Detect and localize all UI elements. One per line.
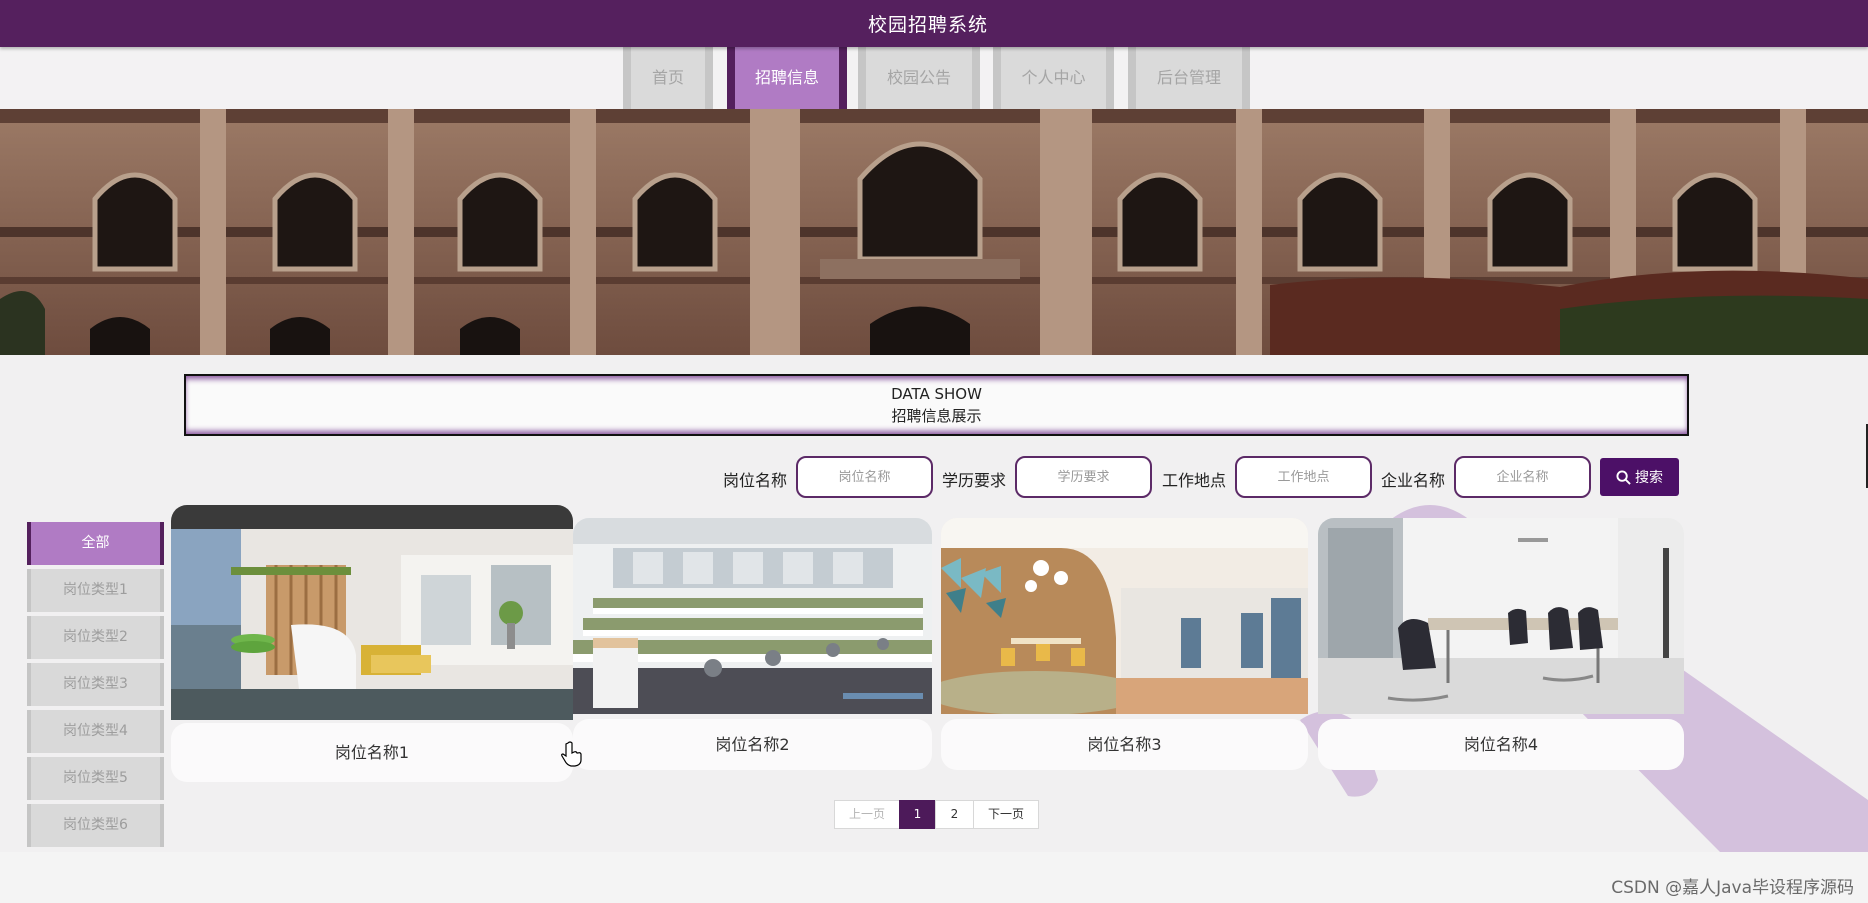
- search-button-label: 搜索: [1635, 470, 1663, 486]
- job-card-3[interactable]: 岗位名称3: [941, 518, 1308, 770]
- meeting-room-photo: [1318, 518, 1684, 714]
- location-label: 工作地点: [1162, 471, 1227, 490]
- job-card-name: 岗位名称2: [573, 719, 932, 770]
- category-type3[interactable]: 岗位类型3: [27, 663, 164, 706]
- hand-cursor-icon: [561, 741, 582, 767]
- pagination-page-2[interactable]: 2: [935, 800, 974, 829]
- section-title-en: DATA SHOW: [891, 385, 982, 403]
- job-card-name: 岗位名称1: [171, 723, 573, 782]
- nav-recruitment[interactable]: 招聘信息: [727, 47, 847, 109]
- search-icon: [1616, 470, 1631, 485]
- top-header-bar: 校园招聘系统: [0, 0, 1868, 47]
- section-title-box: DATA SHOW 招聘信息展示: [184, 374, 1689, 436]
- pagination-prev[interactable]: 上一页: [834, 800, 900, 829]
- section-title-cn: 招聘信息展示: [891, 407, 982, 425]
- education-input[interactable]: [1015, 456, 1152, 498]
- location-input[interactable]: [1235, 456, 1372, 498]
- footer-band: [0, 852, 1868, 903]
- nav-profile[interactable]: 个人中心: [993, 47, 1114, 109]
- watermark-text: CSDN @嘉人Java毕设程序源码: [1611, 878, 1854, 898]
- open-office-photo: [573, 518, 932, 714]
- job-card-name: 岗位名称4: [1318, 719, 1684, 770]
- education-label: 学历要求: [942, 471, 1007, 490]
- pagination-page-1[interactable]: 1: [899, 800, 936, 829]
- category-type2[interactable]: 岗位类型2: [27, 616, 164, 659]
- job-name-label: 岗位名称: [723, 471, 788, 490]
- banner-image: [0, 109, 1868, 355]
- pagination-next[interactable]: 下一页: [973, 800, 1039, 829]
- category-type5[interactable]: 岗位类型5: [27, 757, 164, 800]
- office-cafe-photo: [941, 518, 1308, 714]
- company-input[interactable]: [1454, 456, 1591, 498]
- category-type6[interactable]: 岗位类型6: [27, 804, 164, 847]
- job-name-input[interactable]: [796, 456, 933, 498]
- job-card-1[interactable]: 岗位名称1: [171, 505, 573, 782]
- nav-home[interactable]: 首页: [623, 47, 713, 109]
- category-type4[interactable]: 岗位类型4: [27, 710, 164, 753]
- office-lounge-photo: [171, 505, 573, 720]
- site-title: 校园招聘系统: [867, 14, 988, 36]
- company-label: 企业名称: [1381, 471, 1446, 490]
- job-card-2[interactable]: 岗位名称2: [573, 518, 932, 770]
- job-card-name: 岗位名称3: [941, 719, 1308, 770]
- search-button[interactable]: 搜索: [1600, 458, 1679, 496]
- category-type1[interactable]: 岗位类型1: [27, 569, 164, 612]
- category-all[interactable]: 全部: [27, 522, 164, 565]
- nav-admin[interactable]: 后台管理: [1128, 47, 1250, 109]
- nav-announcements[interactable]: 校园公告: [858, 47, 980, 109]
- job-card-4[interactable]: 岗位名称4: [1318, 518, 1684, 770]
